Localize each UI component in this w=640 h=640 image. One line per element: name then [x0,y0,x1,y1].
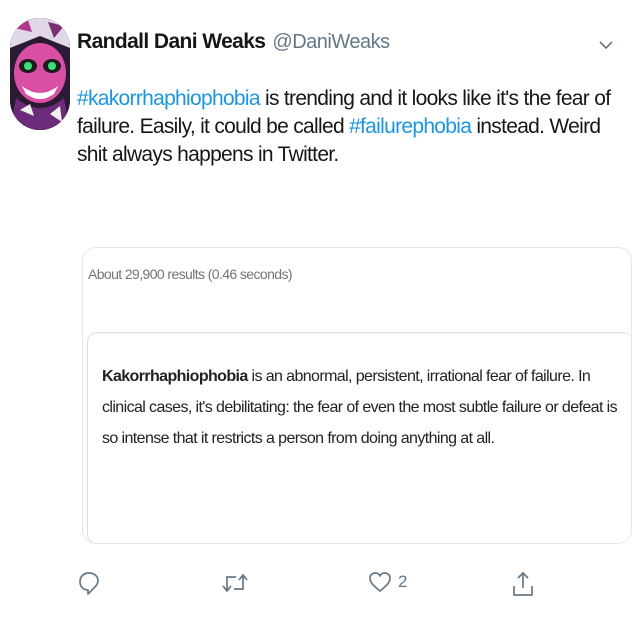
share-icon [513,571,533,596]
tweet-text: #kakorrhaphiophobia is trending and it l… [77,85,632,169]
embedded-image-card[interactable]: About 29,900 results (0.46 seconds) Kako… [82,247,632,544]
featured-snippet: Kakorrhaphiophobia is an abnormal, persi… [87,332,631,543]
like-button[interactable]: 2 [368,570,407,594]
reply-icon [79,572,99,595]
hashtag-link[interactable]: #failurephobia [349,115,472,138]
hashtag-link[interactable]: #kakorrhaphiophobia [77,87,261,110]
retweet-button[interactable] [222,570,248,596]
snippet-term: Kakorrhaphiophobia [102,368,248,385]
like-count: 2 [398,572,408,591]
reply-button[interactable] [78,570,100,596]
avatar-image [10,18,70,130]
avatar[interactable] [10,18,70,130]
search-results-count: About 29,900 results (0.46 seconds) [88,266,293,282]
heart-icon [369,572,391,592]
user-handle[interactable]: @DaniWeaks [272,31,390,54]
tweet-actions: 2 [0,570,640,614]
snippet-text: Kakorrhaphiophobia is an abnormal, persi… [102,361,622,454]
tweet-header: Randall Dani Weaks @DaniWeaks [77,30,390,54]
chevron-down-icon[interactable] [598,38,614,50]
retweet-icon [222,573,248,593]
share-button[interactable] [512,570,534,598]
display-name[interactable]: Randall Dani Weaks [77,30,266,54]
